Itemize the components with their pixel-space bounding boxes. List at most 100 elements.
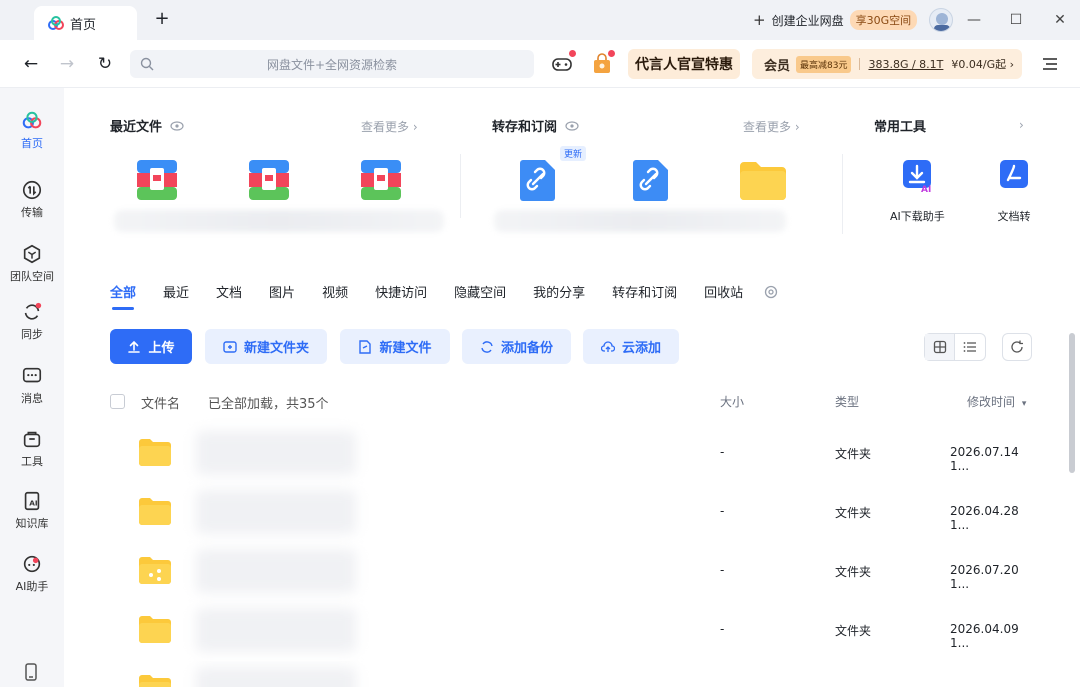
- new-file-button[interactable]: 新建文件: [340, 329, 450, 364]
- file-type: 文件夹: [835, 506, 872, 520]
- pdf-convert-icon: [1000, 160, 1028, 188]
- sidebar-item-home[interactable]: 首页: [0, 110, 64, 151]
- minimize-button[interactable]: —: [962, 8, 986, 32]
- eye-icon[interactable]: [565, 120, 579, 131]
- scrollbar[interactable]: [1069, 333, 1075, 473]
- archive-file-icon[interactable]: [359, 158, 403, 202]
- sidebar-item-ai-assistant[interactable]: AI助手: [0, 553, 64, 594]
- promo-button[interactable]: 代言人官宣特惠: [628, 49, 740, 79]
- new-tab-plus-icon[interactable]: +: [151, 9, 173, 31]
- table-row[interactable]: - 文件夹 2026.07.14 1...: [110, 425, 1040, 484]
- user-avatar[interactable]: [929, 8, 953, 32]
- sidebar-item-label: 团队空间: [10, 270, 54, 283]
- divider: [842, 154, 843, 234]
- file-modified: 2026.07.14 1...: [950, 445, 1019, 473]
- button-label: 云添加: [621, 341, 661, 356]
- table-row[interactable]: - 文件夹 2026.07.20 1...: [110, 543, 1040, 602]
- sidebar-item-label: 同步: [21, 328, 43, 341]
- sidebar-item-message[interactable]: 消息: [0, 365, 64, 406]
- title-bar: 首页 + + 创建企业网盘 享30G空间 — ☐ ✕: [0, 0, 1080, 40]
- file-type: 文件夹: [835, 447, 872, 461]
- tab-images[interactable]: 图片: [269, 282, 295, 301]
- new-folder-button[interactable]: 新建文件夹: [205, 329, 327, 364]
- subscriptions-view-more-link[interactable]: 查看更多 ›: [743, 118, 800, 135]
- create-enterprise-link[interactable]: + 创建企业网盘 享30G空间: [753, 10, 918, 30]
- sidebar-item-sync[interactable]: 同步: [0, 301, 64, 342]
- storage-usage: 383.8G / 8.1T: [868, 57, 944, 71]
- grid-view-icon[interactable]: [925, 334, 956, 360]
- sidebar-item-label: 知识库: [15, 517, 49, 530]
- tab-quick-access[interactable]: 快捷访问: [375, 282, 427, 301]
- tab-videos[interactable]: 视频: [322, 282, 348, 301]
- blurred-filename: [196, 608, 356, 652]
- tab-my-shares[interactable]: 我的分享: [533, 282, 585, 301]
- sidebar-item-knowledge-base[interactable]: AI 知识库: [0, 490, 64, 531]
- tab-transfers-subscriptions[interactable]: 转存和订阅: [612, 282, 677, 301]
- vip-label: 会员: [764, 58, 791, 74]
- blurred-filename: [196, 431, 356, 475]
- link-file-icon[interactable]: [519, 158, 557, 202]
- list-view-icon[interactable]: [955, 334, 985, 360]
- maximize-button[interactable]: ☐: [1004, 8, 1028, 32]
- column-size[interactable]: 大小: [720, 393, 744, 410]
- tab-hidden-space[interactable]: 隐藏空间: [454, 282, 506, 301]
- tools-more-arrow[interactable]: ›: [1019, 118, 1024, 132]
- upload-button[interactable]: 上传: [110, 329, 192, 364]
- tab-recent[interactable]: 最近: [163, 282, 189, 301]
- add-backup-button[interactable]: 添加备份: [462, 329, 571, 364]
- back-arrow-icon[interactable]: ←: [20, 53, 42, 75]
- column-modified-label: 修改时间: [967, 395, 1016, 409]
- sidebar-item-transfer[interactable]: 传输: [0, 179, 64, 220]
- refresh-list-button[interactable]: [1002, 333, 1032, 361]
- archive-file-icon[interactable]: [135, 158, 179, 202]
- refresh-icon[interactable]: ↻: [94, 53, 116, 75]
- team-space-icon: [23, 244, 41, 264]
- file-type: 文件夹: [835, 624, 872, 638]
- close-button[interactable]: ✕: [1048, 8, 1072, 32]
- backup-sync-icon: [481, 340, 493, 353]
- cloud-upload-icon: [600, 340, 615, 352]
- tool-ai-download[interactable]: AI AI下载助手: [890, 158, 945, 224]
- column-filename[interactable]: 文件名: [141, 393, 180, 412]
- cloud-add-button[interactable]: 云添加: [583, 329, 679, 364]
- enterprise-label: 创建企业网盘: [771, 13, 844, 28]
- tab-documents[interactable]: 文档: [216, 282, 242, 301]
- eye-icon[interactable]: [170, 120, 184, 131]
- tool-document-convert[interactable]: 文档转: [996, 158, 1032, 224]
- file-modified: 2026.04.09 1...: [950, 622, 1019, 650]
- tab-home[interactable]: 首页: [34, 6, 137, 40]
- avatar-icon: [934, 13, 950, 31]
- tool-label: AI下载助手: [890, 210, 945, 223]
- link-file-icon[interactable]: [632, 158, 670, 202]
- new-file-icon: [359, 339, 372, 354]
- divider: [460, 154, 461, 218]
- menu-icon[interactable]: [1040, 53, 1060, 75]
- archive-file-icon[interactable]: [247, 158, 291, 202]
- tab-settings-icon[interactable]: [764, 285, 778, 299]
- select-all-checkbox[interactable]: [110, 394, 125, 409]
- section-title-text: 常用工具: [874, 120, 927, 135]
- baidu-cloud-logo-icon: [48, 16, 64, 30]
- column-type[interactable]: 类型: [835, 393, 859, 410]
- sidebar-item-tools[interactable]: 工具: [0, 428, 64, 469]
- sidebar: 首页 传输 团队空间 同步 消息 工具 AI 知识库 AI助手: [0, 88, 64, 687]
- ai-download-icon: AI: [903, 160, 932, 194]
- view-mode-toggle: [924, 333, 986, 361]
- sidebar-item-team-space[interactable]: 团队空间: [0, 243, 64, 284]
- table-row[interactable]: - 文件夹 2026.04.09 1...: [110, 602, 1040, 661]
- tab-recycle-bin[interactable]: 回收站: [704, 282, 743, 301]
- vip-bar[interactable]: 会员 最高减83元 383.8G / 8.1T ¥0.04/G起 ›: [752, 49, 1022, 79]
- tab-label: 首页: [70, 17, 97, 33]
- table-row[interactable]: - 文件夹 2026.04.28 1...: [110, 484, 1040, 543]
- tab-all[interactable]: 全部: [110, 282, 136, 310]
- forward-arrow-icon[interactable]: →: [56, 53, 78, 75]
- notification-dot: [608, 50, 615, 57]
- column-modified[interactable]: 修改时间 ▾: [967, 393, 1026, 410]
- section-title-text: 转存和订阅: [492, 120, 558, 135]
- search-input[interactable]: 网盘文件+全网资源检索: [130, 50, 534, 78]
- phone-icon[interactable]: [22, 663, 40, 681]
- recent-view-more-link[interactable]: 查看更多 ›: [361, 118, 418, 135]
- folder-icon[interactable]: [738, 158, 788, 202]
- storage-price: ¥0.04/G起 ›: [951, 58, 1015, 71]
- table-row[interactable]: [110, 661, 1040, 687]
